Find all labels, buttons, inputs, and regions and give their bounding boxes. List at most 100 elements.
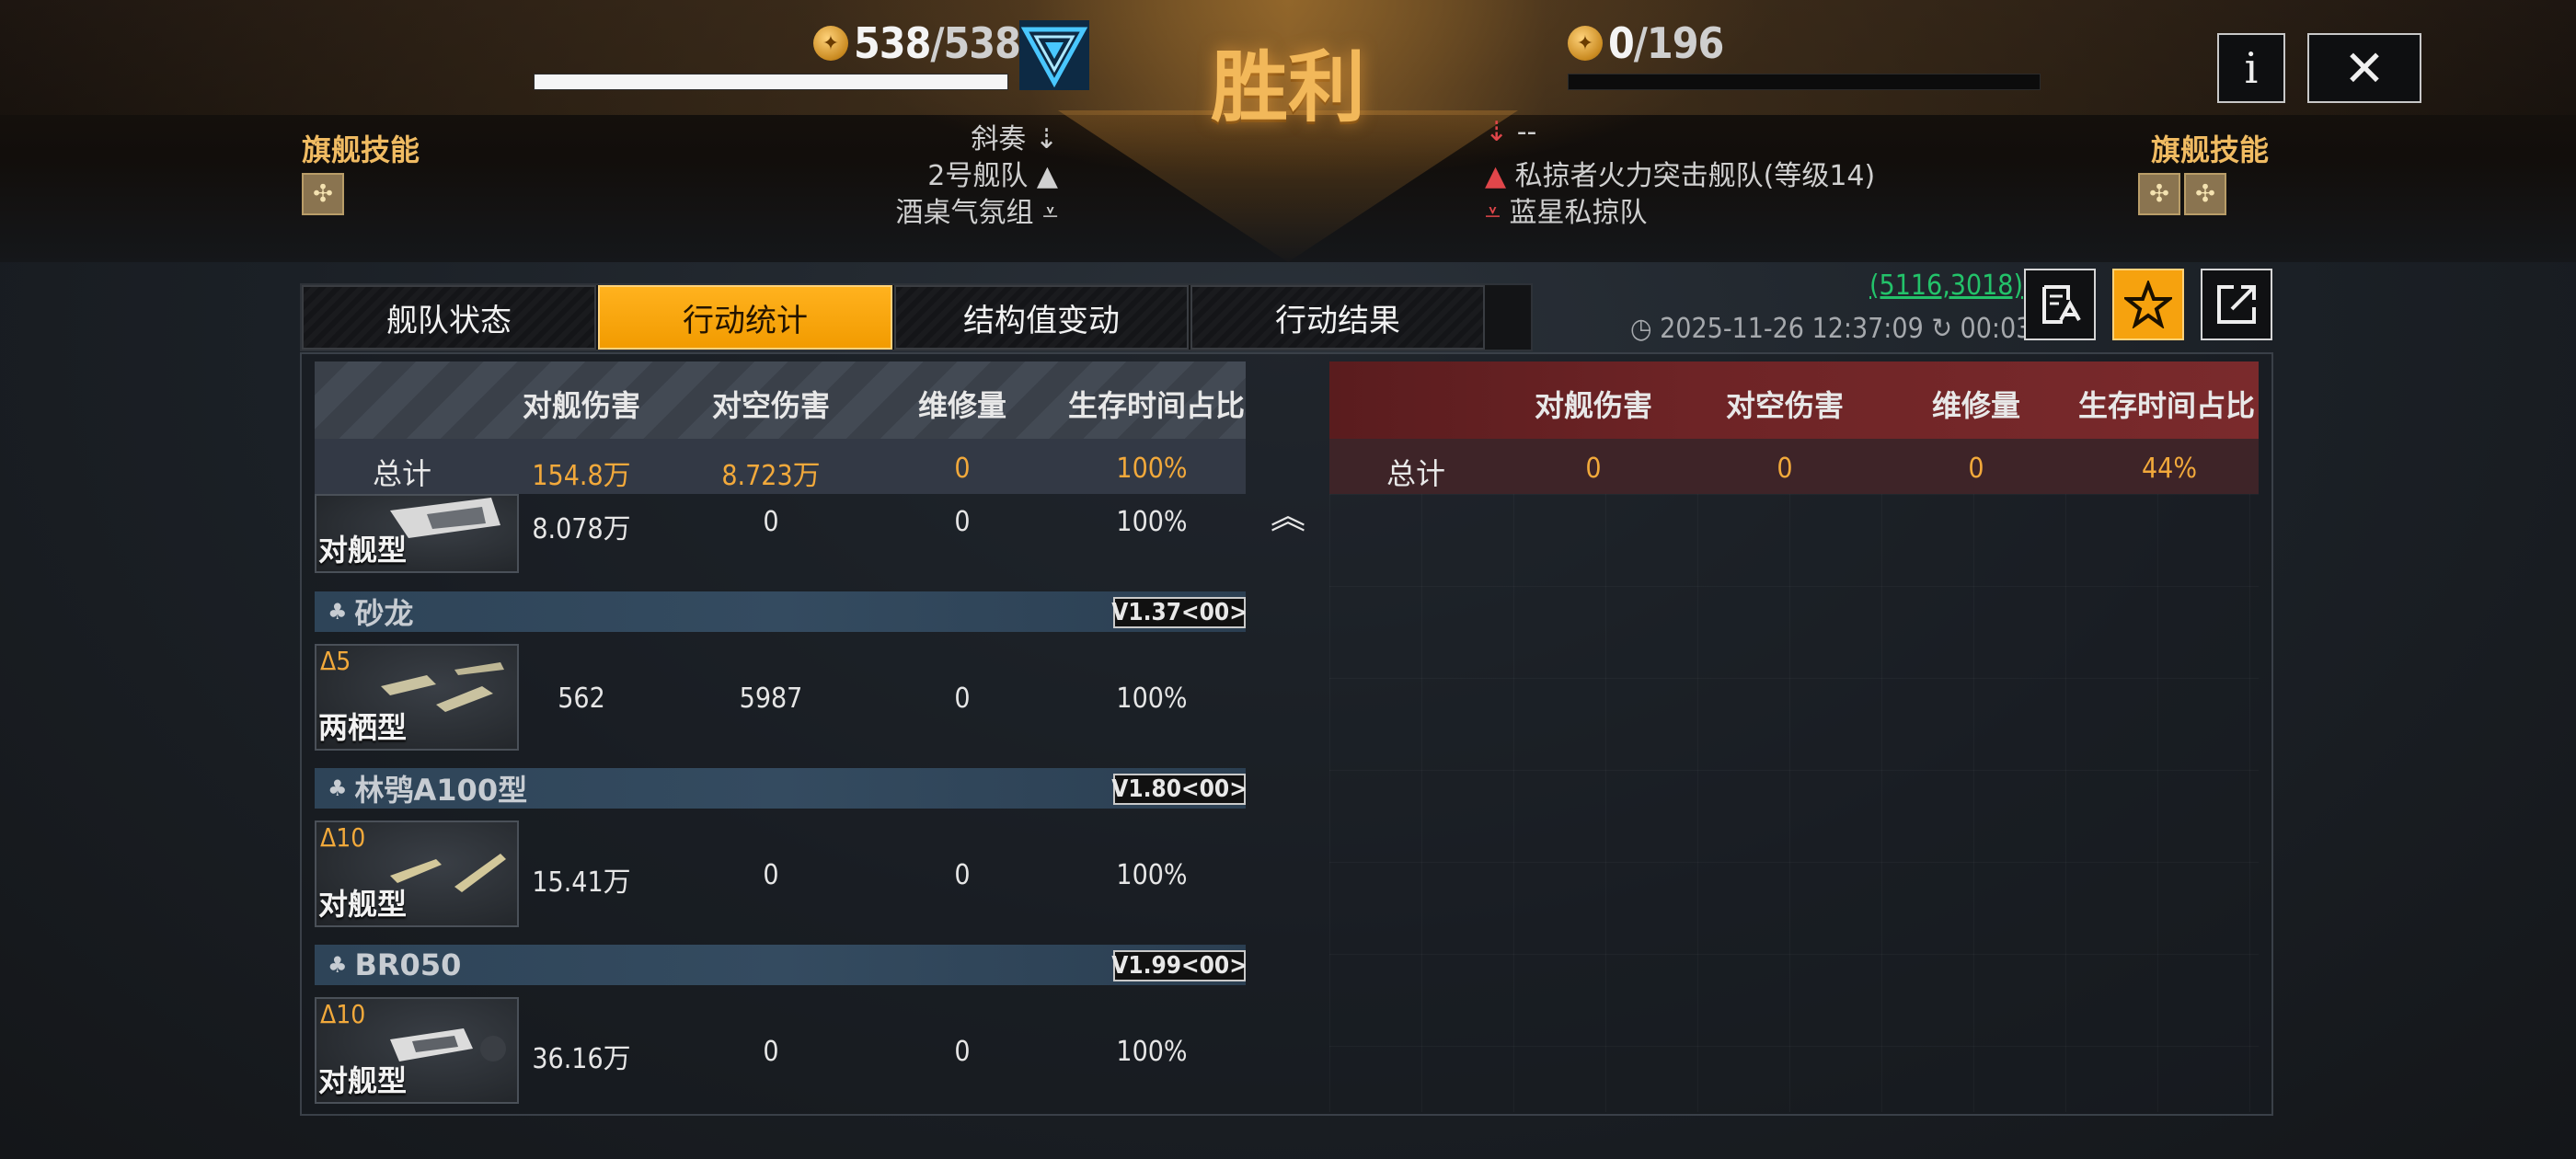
guild-icon: ⩡ xyxy=(1042,197,1058,229)
share-button[interactable] xyxy=(2201,269,2272,340)
column-header: 对空伤害 xyxy=(1725,388,1844,423)
stat-cell: 100% xyxy=(1116,859,1188,891)
tab-action-result[interactable]: 行动结果 xyxy=(1190,285,1485,350)
column-header: 对空伤害 xyxy=(711,388,830,423)
stat-cell: 562 xyxy=(558,683,605,715)
right-fleet-name-text: 私掠者火力突击舰队(等级14) xyxy=(1514,160,1876,192)
tab-fleet-status[interactable]: 舰队状态 xyxy=(302,285,596,350)
left-fleet-name: 2号舰队 ▲ xyxy=(927,153,1058,193)
stat-cell: 0 xyxy=(763,859,779,891)
ship-card[interactable]: Δ10 对舰型 xyxy=(315,997,519,1104)
battle-time: ◷ 2025-11-26 12:37:09 ↻ 00:03:20 xyxy=(1630,313,2072,345)
right-flagship-skill-title: 旗舰技能 xyxy=(2151,132,2270,167)
left-guild: 酒桌气氛组 ⩡ xyxy=(896,189,1058,230)
total-label: 总计 xyxy=(1386,456,1445,491)
ship-type-label: 对舰型 xyxy=(318,887,408,922)
tab-structure-change[interactable]: 结构值变动 xyxy=(894,285,1189,350)
left-flagship-skill-title: 旗舰技能 xyxy=(302,132,420,167)
column-header: 生存时间占比 xyxy=(1067,388,1245,423)
share-icon xyxy=(2217,285,2256,324)
battle-result-title: 胜利 xyxy=(1210,42,1365,132)
crest-coin-icon: ✦ xyxy=(813,26,848,61)
column-header: 生存时间占比 xyxy=(2077,388,2255,423)
total-value: 0 xyxy=(954,453,971,485)
left-guild-name: 酒桌气氛组 xyxy=(895,197,1034,229)
flagship-skill-icon[interactable]: ✣ xyxy=(302,173,344,215)
ship-group-name: BR050 xyxy=(354,947,462,982)
ship-group-header: ♣ BR050 V1.99<00> xyxy=(315,945,1248,985)
tab-action-stats[interactable]: 行动统计 xyxy=(598,285,892,350)
column-header: 对舰伤害 xyxy=(1534,388,1652,423)
right-fleet-name: ▲ 私掠者火力突击舰队(等级14) xyxy=(1485,153,1875,193)
report-icon xyxy=(2042,285,2081,324)
left-score-max: 538 xyxy=(943,18,1021,68)
right-score: 0/196 xyxy=(1608,18,1724,68)
right-guild-name: 蓝星私掠队 xyxy=(1509,197,1648,229)
chevron-up-icon[interactable]: ︽ xyxy=(1268,488,1308,536)
crest-coin-icon: ✦ xyxy=(1568,26,1603,61)
stat-cell: 36.16万 xyxy=(532,1043,631,1075)
right-score-current: 0 xyxy=(1608,18,1635,68)
left-commander: 斜奏 ⇣ xyxy=(971,116,1058,156)
ship-group-name: 砂龙 xyxy=(354,596,414,631)
ship-group-name: 林鸮A100型 xyxy=(354,773,528,808)
ship-card[interactable]: Δ10 对舰型 xyxy=(315,820,519,927)
ship-type-label: 两栖型 xyxy=(318,710,408,745)
left-score-bar-fill xyxy=(535,75,1007,89)
coordinates-text: (5116,3018) xyxy=(1869,269,2023,302)
left-fleet-name-text: 2号舰队 xyxy=(927,160,1029,192)
club-icon: ♣ xyxy=(328,775,348,801)
left-commander-name: 斜奏 xyxy=(971,123,1027,155)
total-label: 总计 xyxy=(372,456,431,491)
tab-bar: 舰队状态 行动统计 结构值变动 行动结果 xyxy=(300,283,1533,351)
stat-cell: 0 xyxy=(763,1036,779,1068)
info-button[interactable]: i xyxy=(2217,33,2285,103)
right-guild: ⩡ 蓝星私掠队 xyxy=(1485,189,1647,230)
timer-icon: ↻ xyxy=(1931,313,1952,345)
stat-cell: 0 xyxy=(763,506,779,538)
fleet-icon: ▲ xyxy=(1036,160,1058,192)
right-score-max: 196 xyxy=(1646,18,1724,68)
star-icon xyxy=(2124,281,2172,328)
enemy-empty-area xyxy=(1329,494,2259,1112)
right-score-separator: / xyxy=(1633,18,1648,68)
right-score-bar xyxy=(1568,74,2041,90)
guild-icon: ⩡ xyxy=(1485,197,1501,229)
ship-level: Δ10 xyxy=(320,999,366,1029)
right-commander: ⇣ -- xyxy=(1485,116,1536,148)
total-value: 44% xyxy=(2142,453,2197,485)
report-button[interactable] xyxy=(2024,269,2096,340)
coordinates-link[interactable]: (5116,3018) xyxy=(1864,265,2023,305)
stat-cell: 0 xyxy=(954,683,971,715)
clock-icon: ◷ xyxy=(1630,313,1652,345)
ship-card[interactable]: 对舰型 xyxy=(315,494,519,573)
ship-type-label: 对舰型 xyxy=(318,1063,408,1098)
stat-cell: 8.078万 xyxy=(532,513,631,545)
right-commander-name: -- xyxy=(1516,116,1537,148)
left-score-current: 538 xyxy=(854,18,931,68)
flagship-skill-icon[interactable]: ✣ xyxy=(2184,173,2226,215)
column-header: 维修量 xyxy=(1931,388,2020,423)
left-score-separator: / xyxy=(930,18,944,68)
stat-cell: 15.41万 xyxy=(532,866,631,899)
stat-cell: 100% xyxy=(1116,683,1188,715)
stat-cell: 5987 xyxy=(739,683,803,715)
flagship-skill-icon[interactable]: ✣ xyxy=(2138,173,2180,215)
fleet-icon: ▲ xyxy=(1485,160,1507,192)
stat-cell: 100% xyxy=(1116,1036,1188,1068)
favorite-button[interactable] xyxy=(2112,269,2184,340)
stat-cell: 0 xyxy=(954,506,971,538)
ship-type-label: 对舰型 xyxy=(318,533,408,568)
column-header: 维修量 xyxy=(917,388,1006,423)
stat-cell: 0 xyxy=(954,1036,971,1068)
total-value: 8.723万 xyxy=(721,460,821,492)
ship-card[interactable]: Δ5 两栖型 xyxy=(315,644,519,751)
ship-level: Δ10 xyxy=(320,822,366,853)
version-badge: V1.99<00> xyxy=(1111,950,1248,981)
total-value: 0 xyxy=(1777,453,1793,485)
battle-datetime: 2025-11-26 12:37:09 xyxy=(1660,313,1924,345)
triangle-emblem-icon xyxy=(1019,20,1089,90)
close-button[interactable]: ✕ xyxy=(2307,33,2421,103)
ship-level: Δ5 xyxy=(320,646,351,676)
left-score: 538/538 xyxy=(854,18,1021,68)
